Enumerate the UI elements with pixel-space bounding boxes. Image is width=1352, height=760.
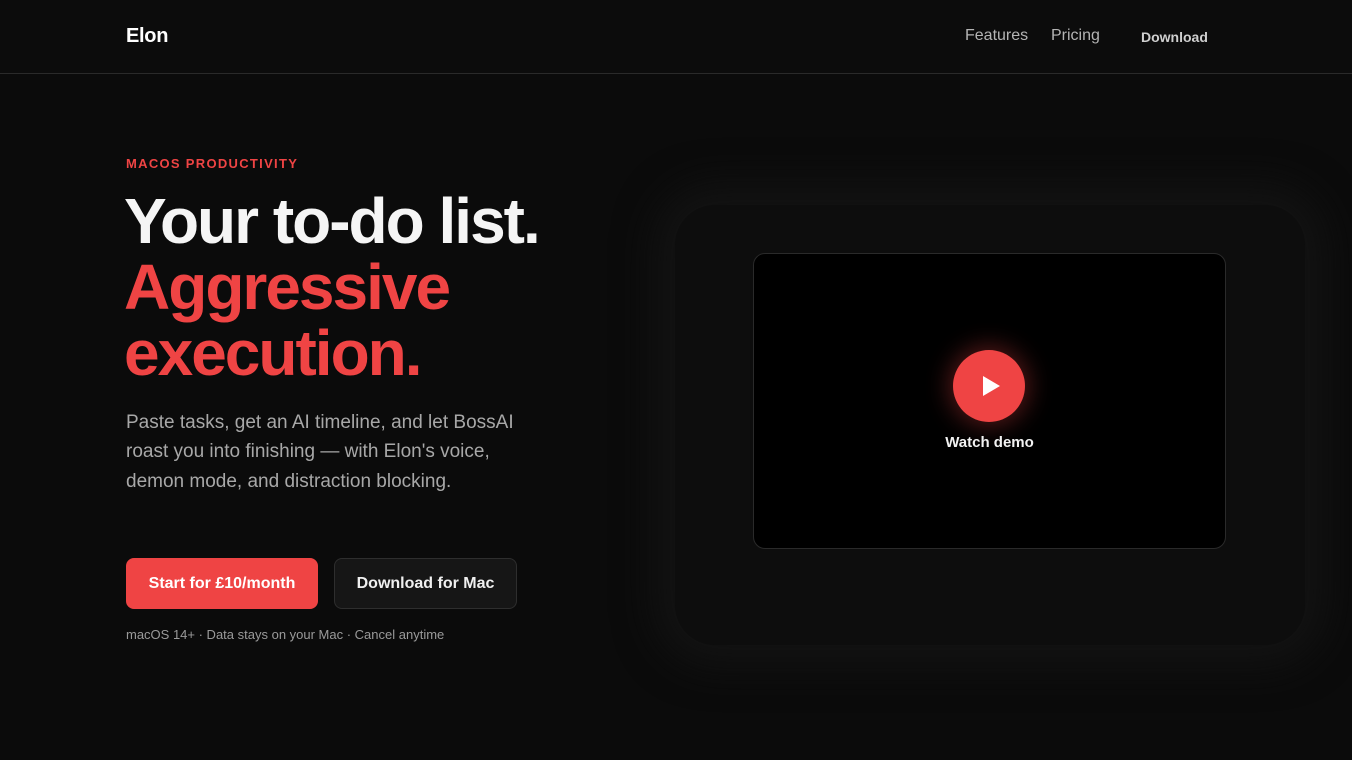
download-for-mac-button[interactable]: Download for Mac (334, 558, 517, 609)
nav-download-button[interactable]: Download (1141, 29, 1208, 45)
hero-headline: Your to-do list. Aggressive execution. (124, 188, 684, 386)
brand-logo[interactable]: Elon (126, 25, 168, 48)
headline-line-2: Aggressive execution. (124, 251, 451, 389)
hero-eyebrow: MACOS PRODUCTIVITY (126, 156, 299, 171)
nav-link-pricing[interactable]: Pricing (1051, 27, 1100, 45)
hero-description: Paste tasks, get an AI timeline, and let… (126, 412, 514, 492)
demo-video-player[interactable]: Watch demo (753, 253, 1226, 549)
hero-meta-note: macOS 14+ · Data stays on your Mac · Can… (126, 627, 445, 642)
play-button[interactable] (953, 350, 1025, 422)
start-subscription-button[interactable]: Start for £10/month (126, 558, 318, 609)
top-navigation: Elon Features Pricing Download (0, 0, 1352, 74)
nav-link-features[interactable]: Features (965, 27, 1028, 45)
watch-demo-label: Watch demo (945, 434, 1034, 451)
headline-line-1: Your to-do list. (124, 185, 541, 257)
play-icon (983, 376, 1000, 396)
